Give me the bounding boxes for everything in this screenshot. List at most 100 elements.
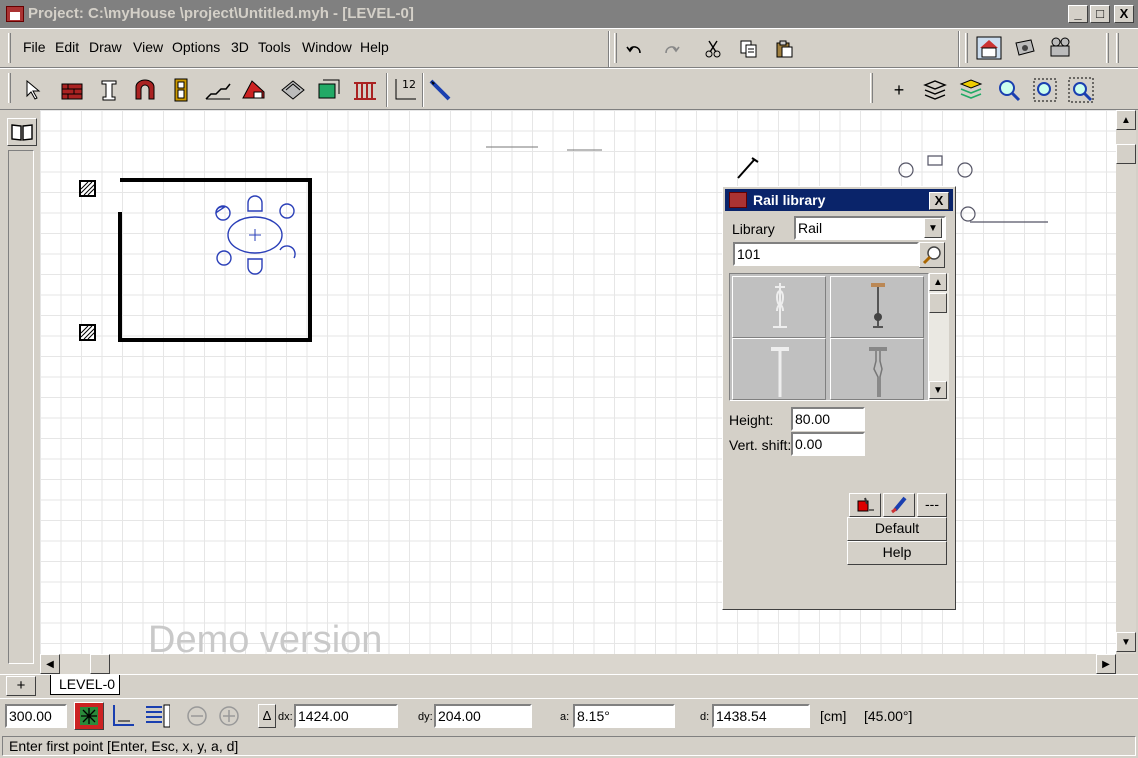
paint-brush-icon[interactable] — [883, 493, 915, 517]
separator — [386, 73, 388, 107]
menu-draw[interactable]: Draw — [89, 39, 122, 55]
rail-thumbnail[interactable] — [830, 338, 924, 400]
color-material-icon[interactable] — [849, 493, 881, 517]
rotate-right-icon[interactable] — [216, 703, 242, 729]
add-level-button[interactable]: + — [886, 77, 912, 103]
scroll-thumb[interactable] — [1116, 144, 1136, 164]
dialog-close-button[interactable]: X — [929, 192, 949, 210]
menu-options[interactable]: Options — [172, 39, 220, 55]
roof-icon[interactable] — [242, 77, 268, 103]
thumbnail-scrollbar[interactable]: ▲ ▼ — [929, 273, 949, 401]
zoom-all-icon[interactable] — [1068, 77, 1094, 103]
search-icon[interactable] — [919, 242, 945, 268]
vert-shift-label: Vert. shift: — [729, 437, 792, 453]
cut-icon[interactable] — [700, 36, 726, 62]
close-button[interactable]: X — [1114, 5, 1134, 23]
angle-field[interactable]: 8.15° — [573, 704, 675, 728]
title-bar: Project: C:\myHouse \project\Untitled.my… — [0, 0, 1138, 28]
toolbar-grip[interactable] — [1116, 33, 1119, 63]
furniture-icon[interactable] — [316, 77, 342, 103]
rail-thumbnail[interactable] — [732, 276, 826, 338]
add-level-tab-button[interactable]: + — [6, 676, 36, 696]
camera-icon[interactable] — [1012, 35, 1038, 61]
scroll-thumb[interactable] — [929, 293, 947, 313]
layers-color-icon[interactable] — [958, 77, 984, 103]
undo-icon[interactable] — [622, 36, 648, 62]
more-options-button[interactable]: --- — [917, 493, 947, 517]
paste-icon[interactable] — [772, 36, 798, 62]
menu-tools[interactable]: Tools — [258, 39, 291, 55]
tab-level-0[interactable]: LEVEL-0 — [50, 675, 120, 695]
menu-help[interactable]: Help — [360, 39, 389, 55]
room-walls[interactable] — [118, 178, 312, 342]
toolbar-grip[interactable] — [614, 33, 617, 63]
door-icon[interactable] — [168, 77, 194, 103]
house-3d-icon[interactable] — [976, 35, 1002, 61]
minimize-button[interactable]: _ — [1068, 5, 1088, 23]
left-panel — [0, 110, 40, 674]
menu-file[interactable]: File — [23, 39, 46, 55]
vert-shift-field[interactable]: 0.00 — [791, 432, 865, 456]
column-icon[interactable] — [96, 77, 122, 103]
toolbar-grip[interactable] — [870, 73, 873, 103]
distance-field[interactable]: 1438.54 — [712, 704, 810, 728]
menu-3d[interactable]: 3D — [231, 39, 249, 55]
menu-view[interactable]: View — [133, 39, 163, 55]
scroll-up-arrow-icon[interactable]: ▲ — [1116, 110, 1136, 130]
delta-toggle-button[interactable]: Δ — [258, 704, 276, 728]
toolbar-grip[interactable] — [8, 33, 11, 63]
zoom-in-icon[interactable] — [996, 77, 1022, 103]
unit-label: [cm] — [820, 708, 847, 724]
railing-icon[interactable] — [352, 77, 378, 103]
align-icon[interactable] — [144, 703, 170, 729]
column-hatched[interactable] — [79, 180, 96, 197]
default-button[interactable]: Default — [847, 517, 947, 541]
height-field[interactable]: 80.00 — [791, 407, 865, 431]
wall-icon[interactable] — [59, 77, 85, 103]
book-icon[interactable] — [7, 118, 37, 146]
left-panel-well — [8, 150, 34, 664]
dining-table[interactable] — [215, 195, 296, 275]
toolbar-grip[interactable] — [965, 33, 968, 63]
toolbar-grip[interactable] — [8, 73, 11, 103]
scroll-right-arrow-icon[interactable]: ▶ — [1096, 654, 1116, 674]
toolbar-grip[interactable] — [1106, 33, 1109, 63]
dimension-superscript: 12 — [402, 78, 416, 91]
dimension-icon[interactable]: 12 — [392, 75, 418, 101]
dx-field[interactable]: 1424.00 — [294, 704, 398, 728]
rail-thumbnail[interactable] — [732, 338, 826, 400]
help-button[interactable]: Help — [847, 541, 947, 565]
scroll-up-arrow-icon[interactable]: ▲ — [929, 273, 947, 291]
copy-icon[interactable] — [736, 36, 762, 62]
menu-toolbar: File Edit Draw View Options 3D Tools Win… — [0, 28, 1138, 68]
step-field[interactable]: 300.00 — [5, 704, 67, 728]
pencil-icon[interactable] — [427, 77, 453, 103]
zoom-window-icon[interactable] — [1032, 77, 1058, 103]
arch-icon[interactable] — [132, 77, 158, 103]
menu-window[interactable]: Window — [302, 39, 352, 55]
scroll-down-arrow-icon[interactable]: ▼ — [929, 381, 947, 399]
scroll-left-arrow-icon[interactable]: ◀ — [40, 654, 60, 674]
stairs-icon[interactable] — [205, 77, 231, 103]
dy-field[interactable]: 204.00 — [434, 704, 532, 728]
video-camera-icon[interactable] — [1048, 35, 1074, 61]
vertical-scrollbar[interactable]: ▲ ▼ — [1116, 110, 1136, 654]
snap-grid-icon[interactable] — [74, 702, 104, 730]
rail-library-dialog: Rail library X Library Rail ▼ 101 ▲ ▼ He… — [722, 186, 956, 610]
scroll-down-arrow-icon[interactable]: ▼ — [1116, 632, 1136, 652]
slab-icon[interactable] — [280, 77, 306, 103]
menu-edit[interactable]: Edit — [55, 39, 79, 55]
rail-thumbnail[interactable] — [830, 276, 924, 338]
horizontal-scrollbar[interactable]: ◀ ▶ — [40, 654, 1116, 674]
search-field[interactable]: 101 — [733, 242, 919, 266]
column-hatched[interactable] — [79, 324, 96, 341]
maximize-button[interactable]: □ — [1090, 5, 1110, 23]
dropdown-arrow-icon[interactable]: ▼ — [924, 218, 942, 238]
select-arrow-icon[interactable] — [21, 77, 47, 103]
rotate-left-icon[interactable] — [184, 703, 210, 729]
redo-icon[interactable] — [658, 36, 684, 62]
drawing-toolbar: 12 + — [0, 68, 1138, 110]
layers-icon[interactable] — [922, 77, 948, 103]
ortho-icon[interactable] — [110, 703, 136, 729]
scroll-thumb[interactable] — [90, 654, 110, 674]
